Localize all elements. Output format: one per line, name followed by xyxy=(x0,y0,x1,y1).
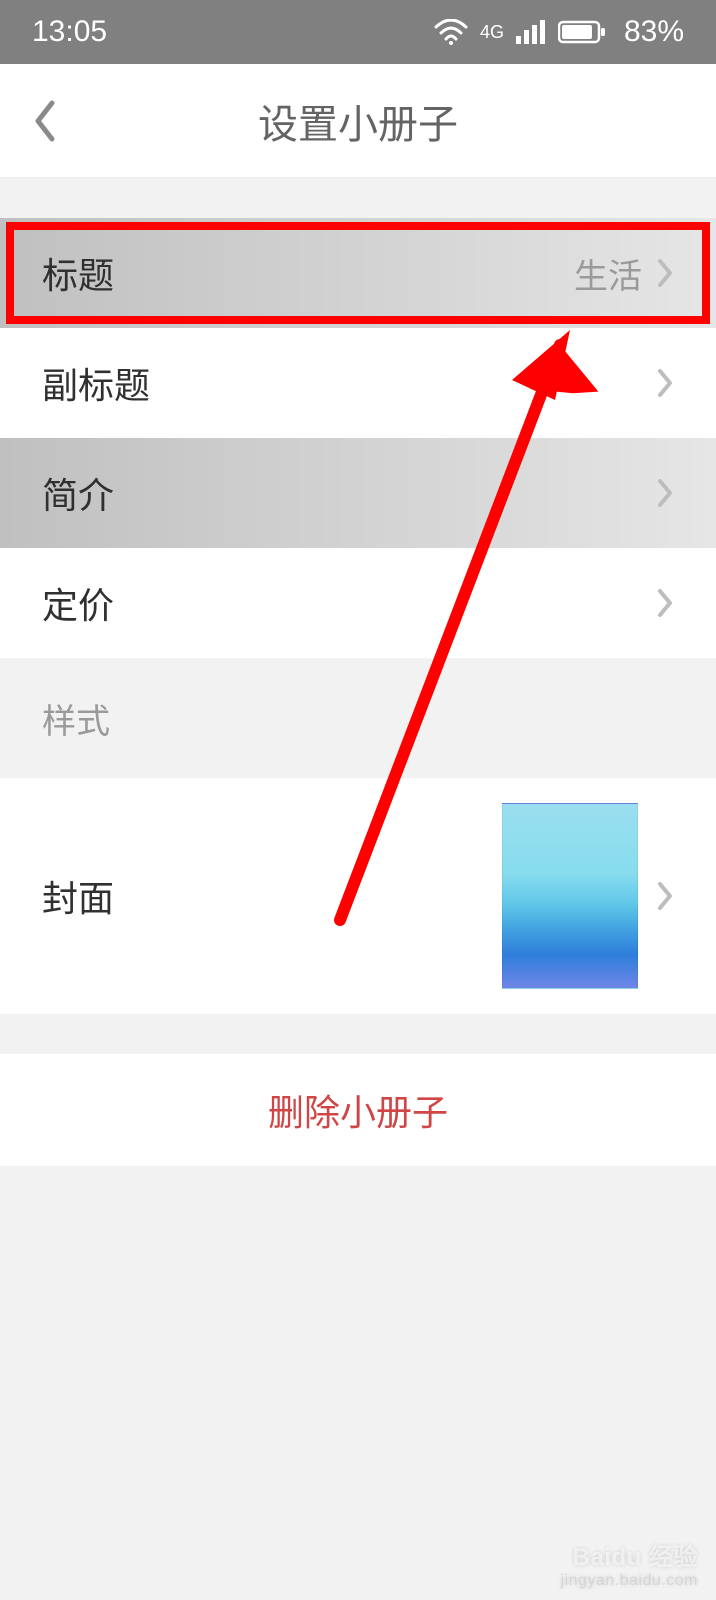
status-bar: 13:05 4G 83% xyxy=(0,0,716,64)
status-indicators: 4G 83% xyxy=(434,15,684,49)
chevron-right-icon xyxy=(656,880,674,912)
chevron-left-icon xyxy=(32,99,58,143)
chevron-right-icon xyxy=(656,367,674,399)
page-title: 设置小册子 xyxy=(0,92,716,150)
title-row[interactable]: 标题 生活 xyxy=(0,218,716,328)
battery-icon xyxy=(558,20,606,44)
battery-percent: 83% xyxy=(624,15,684,49)
back-button[interactable] xyxy=(0,64,90,177)
chevron-right-icon xyxy=(656,587,674,619)
watermark-line1: Baidu 经验 xyxy=(561,1544,698,1572)
subtitle-row[interactable]: 副标题 xyxy=(0,328,716,438)
chevron-right-icon xyxy=(656,257,674,289)
cover-thumbnail xyxy=(502,803,638,989)
intro-row[interactable]: 简介 xyxy=(0,438,716,548)
watermark-line2: jingyan.baidu.com xyxy=(561,1572,698,1590)
wifi-icon xyxy=(434,19,468,45)
row-label: 简介 xyxy=(42,467,114,519)
price-row[interactable]: 定价 xyxy=(0,548,716,658)
section-gap xyxy=(0,1014,716,1054)
row-label: 定价 xyxy=(42,577,114,629)
signal-icon xyxy=(516,20,546,44)
delete-button-label: 删除小册子 xyxy=(268,1084,448,1136)
section-gap xyxy=(0,178,716,218)
row-label: 副标题 xyxy=(42,357,150,409)
watermark: Baidu 经验 jingyan.baidu.com xyxy=(561,1544,698,1590)
nav-bar: 设置小册子 xyxy=(0,64,716,178)
cover-row[interactable]: 封面 xyxy=(0,778,716,1014)
row-value: 生活 xyxy=(574,249,642,298)
settings-list: 标题 生活 副标题 简介 定价 xyxy=(0,218,716,658)
delete-booklet-button[interactable]: 删除小册子 xyxy=(0,1054,716,1166)
chevron-right-icon xyxy=(656,477,674,509)
network-type-label: 4G xyxy=(480,23,504,41)
style-section-header: 样式 xyxy=(0,658,716,778)
row-label: 封面 xyxy=(42,870,114,922)
status-time: 13:05 xyxy=(32,15,107,49)
row-label: 标题 xyxy=(42,247,114,299)
